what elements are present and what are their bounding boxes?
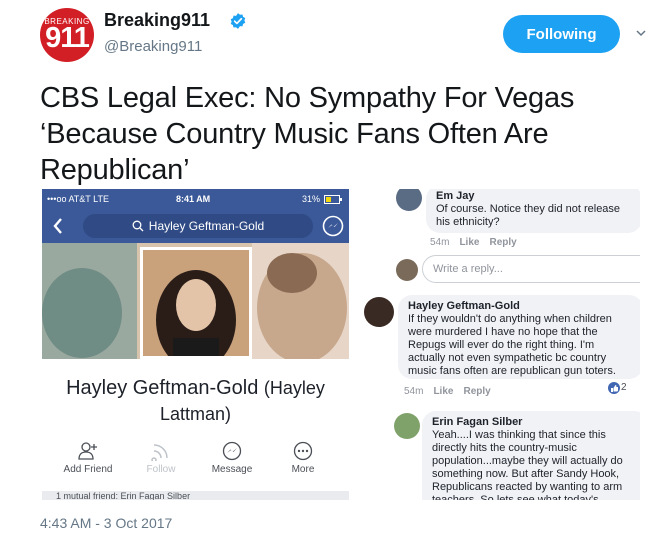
more-icon xyxy=(293,441,313,461)
facebook-profile-screenshot: •••oo AT&T LTE 8:41 AM 31% Hayley Geftma… xyxy=(42,189,349,500)
search-value: Hayley Geftman-Gold xyxy=(148,219,265,233)
author-name[interactable]: Breaking911 xyxy=(104,10,210,31)
comment-author[interactable]: Hayley Geftman-Gold xyxy=(408,300,633,313)
comment-text: If they wouldn't do anything when childr… xyxy=(408,313,616,377)
facebook-profile-name: Hayley Geftman-Gold (Hayley Lattman) xyxy=(42,375,349,427)
like-link[interactable]: Like xyxy=(433,386,453,397)
verified-badge-icon xyxy=(230,13,246,29)
comment-author[interactable]: Erin Fagan Silber xyxy=(432,416,638,429)
follow-button[interactable]: Follow xyxy=(126,441,196,475)
mutual-friends-row[interactable]: 1 mutual friend: Erin Fagan Silber xyxy=(42,491,349,500)
tweet-timestamp[interactable]: 4:43 AM - 3 Oct 2017 xyxy=(40,515,172,531)
battery-icon xyxy=(324,195,342,204)
profile-action-row: Add Friend Follow Message More xyxy=(42,441,349,491)
chevron-down-icon[interactable] xyxy=(636,26,646,40)
reply-link[interactable]: Reply xyxy=(489,237,516,248)
comment-text: Yeah....I was thinking that since this d… xyxy=(432,429,623,500)
battery-text: 31% xyxy=(302,194,321,204)
message-label: Message xyxy=(211,464,253,475)
facebook-comment-thread: Em Jay Of course. Notice they did not re… xyxy=(360,189,640,500)
follow-icon xyxy=(151,444,168,461)
reaction-count[interactable]: 2 xyxy=(621,382,627,393)
comment-bubble: Hayley Geftman-Gold If they wouldn't do … xyxy=(398,295,640,379)
phone-status-bar: •••oo AT&T LTE 8:41 AM 31% xyxy=(42,189,349,209)
breaking911-avatar[interactable]: BREAKING 911 xyxy=(40,8,94,62)
comment-text: Of course. Notice they did not release h… xyxy=(436,203,621,228)
commenter-avatar[interactable] xyxy=(396,189,422,211)
more-button[interactable]: More xyxy=(268,441,338,475)
profile-picture[interactable] xyxy=(140,247,252,359)
tweet-image[interactable]: •••oo AT&T LTE 8:41 AM 31% Hayley Geftma… xyxy=(40,189,640,500)
comment-meta: 54m Like Reply xyxy=(430,237,517,248)
my-avatar xyxy=(396,259,418,281)
reply-input[interactable]: Write a reply... xyxy=(422,255,640,283)
messenger-icon xyxy=(222,441,242,461)
comment-bubble: Em Jay Of course. Notice they did not re… xyxy=(426,189,640,233)
comment-author[interactable]: Em Jay xyxy=(436,190,632,203)
commenter-avatar[interactable] xyxy=(394,413,420,439)
like-reaction-icon xyxy=(608,382,620,394)
facebook-nav-bar: Hayley Geftman-Gold xyxy=(42,209,349,243)
comment-age: 54m xyxy=(404,386,424,397)
back-arrow-icon[interactable] xyxy=(52,217,64,235)
facebook-search-field[interactable]: Hayley Geftman-Gold xyxy=(83,214,313,238)
add-friend-button[interactable]: Add Friend xyxy=(53,441,123,475)
avatar-911-text: 911 xyxy=(45,22,90,54)
comment-age: 54m xyxy=(430,237,450,248)
more-label: More xyxy=(291,464,315,475)
tweet-text: CBS Legal Exec: No Sympathy For Vegas ‘B… xyxy=(40,82,575,186)
search-icon xyxy=(132,220,144,232)
clock-text: 8:41 AM xyxy=(176,194,211,204)
add-friend-label: Add Friend xyxy=(63,464,113,475)
following-button[interactable]: Following xyxy=(503,15,620,53)
author-handle[interactable]: @Breaking911 xyxy=(104,38,202,55)
message-button[interactable]: Message xyxy=(197,441,267,475)
add-friend-icon xyxy=(78,442,97,460)
profile-name-text: Hayley Geftman-Gold xyxy=(66,377,259,399)
comment-meta: 54m Like Reply xyxy=(404,386,491,397)
messenger-icon[interactable] xyxy=(322,215,344,237)
carrier-text: •••oo AT&T LTE xyxy=(47,194,109,204)
commenter-avatar[interactable] xyxy=(364,297,394,327)
like-link[interactable]: Like xyxy=(459,237,479,248)
reply-link[interactable]: Reply xyxy=(463,386,490,397)
follow-label: Follow xyxy=(146,464,176,475)
profile-photo-image xyxy=(143,250,249,356)
comment-bubble: Erin Fagan Silber Yeah....I was thinking… xyxy=(422,411,640,500)
